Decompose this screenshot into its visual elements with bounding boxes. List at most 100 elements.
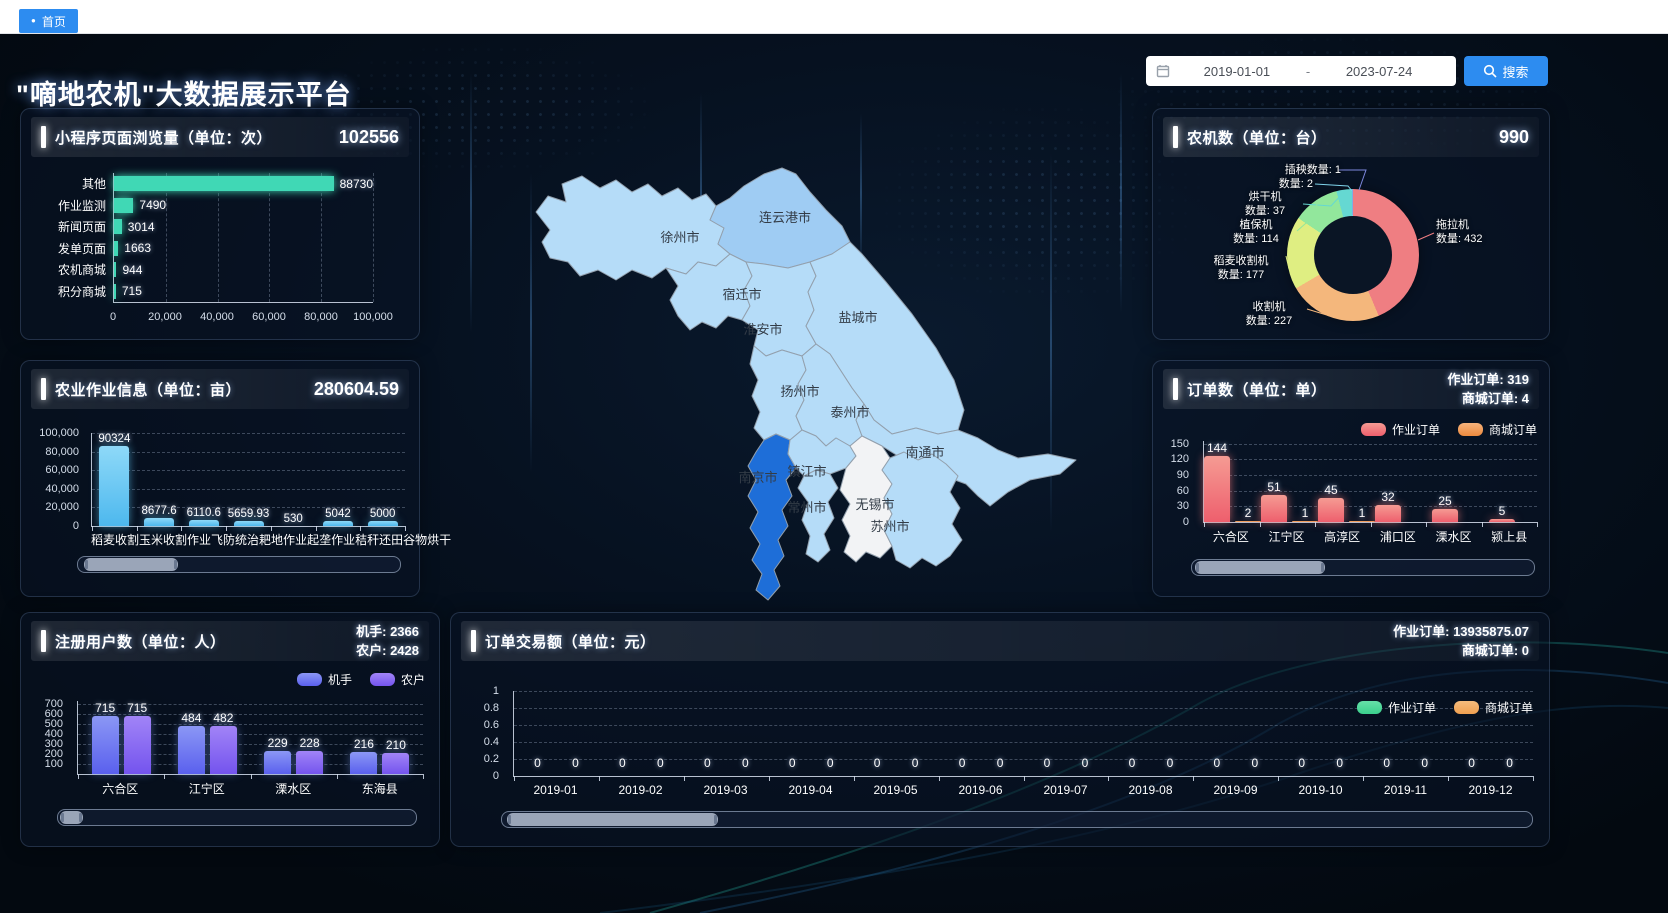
- bar-group: [1520, 441, 1546, 522]
- category-label: 新闻页面: [28, 218, 106, 235]
- data-zoom-slider[interactable]: [57, 809, 417, 826]
- bar: [189, 520, 219, 526]
- legend-item[interactable]: 商城订单: [1454, 699, 1533, 716]
- legend-swatch: [1361, 423, 1386, 436]
- bar: [1375, 505, 1401, 522]
- legend-item[interactable]: 作业订单: [1361, 421, 1440, 438]
- date-end-value[interactable]: 2023-07-24: [1312, 64, 1446, 79]
- bar-value: 0: [1421, 756, 1428, 770]
- bar: [114, 198, 133, 213]
- bar-group: 482: [210, 701, 237, 774]
- bar: [264, 751, 291, 774]
- data-zoom-thumb[interactable]: [507, 813, 718, 826]
- bar-group: 90324: [98, 433, 130, 526]
- map-region-changzhou[interactable]: [798, 470, 838, 562]
- legend-item[interactable]: 机手: [297, 671, 352, 688]
- jiangsu-province-map[interactable]: 徐州市 连云港市 宿迁市 淮安市 盐城市 扬州市 泰州市 南通市 南京市 镇江市…: [520, 158, 1100, 608]
- bar: [144, 518, 174, 526]
- stat-line: 农户: 2428: [356, 641, 419, 661]
- data-zoom-slider[interactable]: [501, 811, 1533, 828]
- data-zoom-thumb[interactable]: [84, 558, 177, 571]
- data-zoom-thumb[interactable]: [1195, 561, 1325, 574]
- bar-slot: 8677.6: [137, 433, 182, 526]
- x-tick-label: 江宁区: [1259, 528, 1315, 544]
- bar-value: 2: [1245, 506, 1252, 520]
- bar-group: 5659.93: [228, 433, 270, 526]
- panel-header: 小程序页面浏览量（单位：次） 102556: [31, 117, 409, 157]
- panel-users: 注册用户数（单位：人） 机手: 2366 农户: 2428 7006005004…: [20, 612, 440, 847]
- legend-item[interactable]: 农户: [370, 671, 425, 688]
- map-region-nanjing[interactable]: [748, 434, 796, 600]
- y-axis: 100,00080,00060,00040,00020,0000: [27, 433, 85, 526]
- bar-value: 944: [122, 263, 142, 277]
- bar-row: 作业监测7490: [114, 197, 373, 213]
- y-tick-label: 60: [1177, 485, 1189, 497]
- x-tick-label: 2019-01: [513, 783, 598, 799]
- bar: [114, 219, 122, 234]
- map-region-huaian[interactable]: [742, 262, 816, 356]
- data-zoom-slider[interactable]: [77, 556, 401, 573]
- legend-swatch: [1357, 701, 1382, 714]
- y-tick-label: 0.8: [484, 702, 499, 714]
- bar-value: 6110.6: [187, 507, 221, 519]
- bar-group: 5: [1489, 441, 1515, 522]
- x-tick-label: 秸秆还田: [355, 531, 403, 547]
- accent-bar: [471, 630, 476, 652]
- x-tick-label: 高淳区: [1314, 528, 1370, 544]
- y-axis: 700600500400300200100: [25, 701, 69, 774]
- bar-value: 0: [1044, 756, 1051, 770]
- panel-farmwork: 农业作业信息（单位：亩） 280604.59 100,00080,00060,0…: [20, 360, 420, 597]
- data-zoom-thumb[interactable]: [60, 811, 83, 824]
- legend-item[interactable]: 作业订单: [1357, 699, 1436, 716]
- axis-tick: [1482, 522, 1483, 527]
- data-zoom-slider[interactable]: [1191, 559, 1535, 576]
- bar-slot: 511: [1261, 441, 1318, 522]
- x-tick-label: 溧水区: [250, 780, 337, 796]
- bar-group: 45: [1318, 441, 1344, 522]
- bars: 715715484482229228216210: [78, 701, 423, 774]
- bar-value: 482: [213, 711, 233, 725]
- y-tick-label: 1: [493, 685, 499, 697]
- bar-group: 715: [124, 701, 151, 774]
- bar-value: 7490: [139, 198, 166, 212]
- axis-tick: [1024, 776, 1025, 781]
- panel-title: 农机数（单位：台）: [1187, 127, 1327, 148]
- y-tick-label: 40,000: [45, 483, 79, 495]
- plot-area: 其他88730作业监测7490新闻页面3014发单页面1663农机商城944积分…: [113, 173, 373, 303]
- tab-home[interactable]: ● 首页: [19, 9, 78, 33]
- axis-tick: [1371, 522, 1372, 527]
- bar-slot: 484482: [164, 701, 250, 774]
- date-separator: -: [1304, 64, 1312, 79]
- bar: [323, 521, 353, 526]
- date-range-picker[interactable]: 2019-01-01 - 2023-07-24: [1146, 56, 1456, 86]
- bar-value: 5042: [325, 508, 351, 520]
- bar-value: 25: [1438, 494, 1451, 508]
- y-tick-label: 150: [1171, 438, 1189, 450]
- bar: [92, 716, 119, 774]
- axis-tick: [1193, 776, 1194, 781]
- axis-tick: [1533, 776, 1534, 781]
- bar: [114, 176, 334, 191]
- bar-value: 45: [1324, 483, 1337, 497]
- x-tick-label: 江宁区: [164, 780, 251, 796]
- axis-tick: [78, 774, 79, 779]
- legend-item[interactable]: 商城订单: [1458, 421, 1537, 438]
- bar-value: 1: [1359, 506, 1366, 520]
- bar-row: 新闻页面3014: [114, 219, 373, 235]
- y-tick-label: 30: [1177, 500, 1189, 512]
- map-label-zhenjiang: 镇江市: [787, 464, 826, 479]
- bar-value: 0: [912, 756, 919, 770]
- bar-slot: 00: [684, 691, 769, 776]
- bar-group: 0: [908, 691, 922, 776]
- date-start-value[interactable]: 2019-01-01: [1170, 64, 1304, 79]
- x-tick-label: 2019-10: [1278, 783, 1363, 799]
- bar-value: 32: [1381, 490, 1394, 504]
- bar-group: [1406, 441, 1432, 522]
- bar-value: 0: [997, 756, 1004, 770]
- bar-value: 5659.93: [228, 508, 270, 520]
- y-tick-label: 90: [1177, 469, 1189, 481]
- panel-header: 农业作业信息（单位：亩） 280604.59: [31, 369, 409, 409]
- map-label-nantong: 南通市: [905, 445, 944, 460]
- bar: [1261, 495, 1287, 522]
- search-button[interactable]: 搜索: [1464, 56, 1548, 86]
